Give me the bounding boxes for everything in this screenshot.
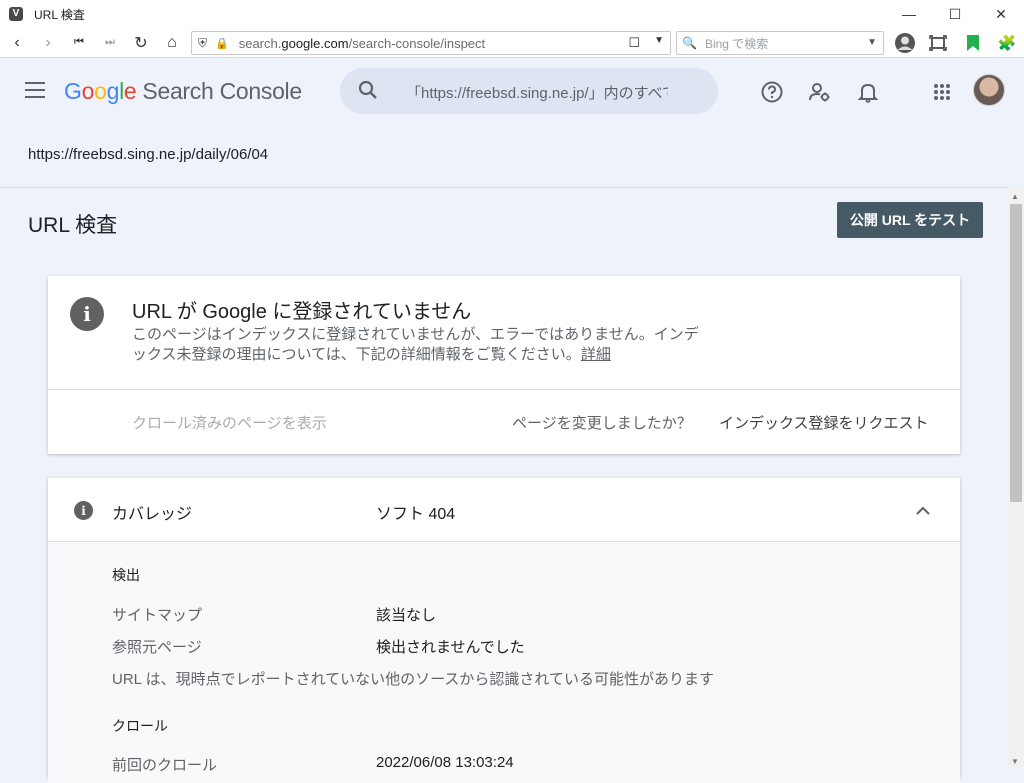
search-icon[interactable] [358,80,378,100]
details-link[interactable]: 詳細 [581,346,611,363]
sitemap-label: サイトマップ [112,607,203,624]
inspected-url: https://freebsd.sing.ne.jp/daily/06/04 [28,146,269,163]
account-avatar[interactable] [973,74,1005,106]
coverage-value: ソフト 404 [376,506,456,523]
coverage-label: カバレッジ [112,506,193,523]
address-bar[interactable]: ⛨ 🔒 search.google.com/search-console/ins… [191,31,671,55]
vivaldi-icon: V [9,7,23,21]
page-scrollbar[interactable]: ▲ ▼ [1008,188,1024,768]
status-title: URL が Google に登録されていません [132,301,472,323]
google-search-console-logo[interactable]: Google Search Console [64,78,302,105]
search-placeholder: Bing で検索 [704,36,769,51]
forward-icon[interactable]: › [34,29,62,57]
shield-icon[interactable]: ⛨ [198,36,207,51]
minimize-button[interactable]: — [886,0,932,28]
page-changed-prompt: ページを変更しましたか？ [512,415,692,432]
rewind-icon[interactable]: ⏮ [65,29,93,57]
browser-toolbar: ‹ › ⏮ ⏭ ↻ ⌂ ⛨ 🔒 search.google.com/search… [0,28,1024,58]
scroll-down-icon[interactable]: ▼ [1011,757,1019,766]
page-title: URL 検査 [28,214,118,237]
coverage-header[interactable]: i カバレッジ ソフト 404 [48,478,960,542]
chevron-up-icon[interactable] [914,502,932,520]
window-titlebar: V URL 検査 — ☐ ✕ [0,0,1024,28]
user-settings-icon[interactable] [808,80,832,104]
back-icon[interactable]: ‹ [3,29,31,57]
chevron-down-icon[interactable]: ▼ [654,35,664,46]
info-icon: i [74,501,93,520]
lock-icon: 🔒 [215,37,229,50]
info-icon: i [70,297,104,331]
window-title: URL 検査 [34,7,85,22]
last-crawl-value: 2022/06/08 13:03:24 [376,754,514,771]
help-icon[interactable] [760,80,784,104]
referring-page-label: 参照元ページ [112,639,202,656]
bookmark-icon[interactable]: ☐ [628,35,640,51]
discovery-note: URL は、現時点でレポートされていない他のソースから認識されている可能性があり… [112,671,714,688]
card-divider [48,389,960,390]
scrollbar-thumb[interactable] [1010,204,1022,502]
profile-icon[interactable] [892,31,918,55]
index-status-card: i URL が Google に登録されていません このページはインデックスに登… [48,276,960,454]
status-description: このページはインデックスに登録されていませんが、エラーではありません。インデック… [132,326,699,363]
hamburger-menu-icon[interactable] [25,82,45,98]
scroll-up-icon[interactable]: ▲ [1011,192,1019,201]
referring-page-value: 検出されませんでした [376,639,525,656]
app-header: Google Search Console 「https://freebsd.si… [0,58,1024,124]
reload-icon[interactable]: ↻ [127,29,155,57]
notifications-bell-icon[interactable] [856,80,880,104]
header-divider [0,187,1008,188]
bookmark-extension-icon[interactable] [960,31,986,55]
test-live-url-button[interactable]: 公開 URL をテスト [837,202,983,238]
crawl-heading: クロール [112,718,168,734]
discovery-heading: 検出 [112,567,140,583]
extensions-icon[interactable]: 🧩 [994,31,1020,55]
search-engine-icon[interactable]: 🔍 [682,36,697,50]
browser-search-field[interactable]: 🔍 Bing で検索 ▼ [676,31,884,55]
last-crawl-label: 前回のクロール [112,757,218,774]
apps-grid-icon[interactable] [930,80,954,104]
home-icon[interactable]: ⌂ [158,29,186,57]
inspect-search-input[interactable]: 「https://freebsd.sing.ne.jp/」内のすべてのURLを検… [340,68,718,114]
inspect-search-text[interactable]: 「https://freebsd.sing.ne.jp/」内のすべてのURLを検… [406,82,668,103]
coverage-card: i カバレッジ ソフト 404 検出 サイトマップ 該当なし 参照元ページ 検出… [48,478,960,783]
close-button[interactable]: ✕ [978,0,1024,28]
fast-forward-icon[interactable]: ⏭ [96,29,124,57]
capture-icon[interactable] [925,31,951,55]
chevron-down-icon[interactable]: ▼ [867,37,877,48]
coverage-details: 検出 サイトマップ 該当なし 参照元ページ 検出されませんでした URL は、現… [48,543,960,783]
view-crawled-page-button[interactable]: クロール済みのページを表示 [132,412,327,433]
maximize-button[interactable]: ☐ [932,0,978,28]
sitemap-value: 該当なし [376,607,437,624]
request-indexing-button[interactable]: インデックス登録をリクエスト [719,412,929,433]
address-text[interactable]: search.google.com/search-console/inspect [239,36,485,51]
